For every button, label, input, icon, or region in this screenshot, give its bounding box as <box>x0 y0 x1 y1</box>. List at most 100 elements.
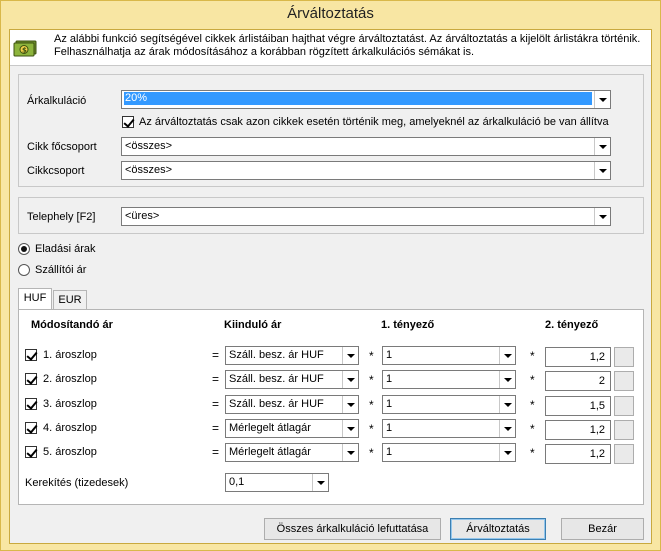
arkalkulacio-label: Árkalkuláció <box>27 95 87 107</box>
factor-1-select[interactable]: 1 <box>382 419 516 438</box>
row-name: 5. ároszlop <box>43 446 97 458</box>
apply-price-change-button[interactable]: Árváltoztatás <box>450 518 546 540</box>
equals-sign: = <box>212 348 220 362</box>
multiply-sign: * <box>530 373 535 387</box>
factor-1-select[interactable]: 1 <box>382 443 516 462</box>
radio-eladasi-arak-label[interactable]: Eladási árak <box>35 243 96 256</box>
base-price-select[interactable]: Száll. besz. ár HUF <box>225 395 359 414</box>
chevron-down-icon[interactable] <box>499 347 515 364</box>
multiply-sign: * <box>369 446 374 460</box>
cikk-focsoport-select[interactable]: <összes> <box>121 137 611 156</box>
base-price-value: Mérlegelt átlagár <box>229 446 311 458</box>
factor-1-value: 1 <box>386 398 393 410</box>
factor-1-value: 1 <box>386 349 393 361</box>
tab-panel-huf: Módosítandó ár Kiinduló ár 1. tényező 2.… <box>18 309 644 505</box>
row-name: 3. ároszlop <box>43 398 97 410</box>
row-checkbox[interactable] <box>25 398 37 410</box>
arkalkulacio-value: 20% <box>124 92 592 105</box>
rounding-label: Kerekítés (tizedesek) <box>25 477 129 489</box>
base-price-value: Száll. besz. ár HUF <box>229 398 324 410</box>
factor-2-input[interactable]: 2 <box>545 371 611 391</box>
chevron-down-icon[interactable] <box>594 138 610 155</box>
tab-eur[interactable]: EUR <box>53 290 87 310</box>
chevron-down-icon[interactable] <box>342 444 358 461</box>
multiply-sign: * <box>530 398 535 412</box>
equals-sign: = <box>212 397 220 411</box>
multiply-sign: * <box>530 422 535 436</box>
equals-sign: = <box>212 421 220 435</box>
chevron-down-icon[interactable] <box>499 420 515 437</box>
multiply-sign: * <box>530 349 535 363</box>
cikkcsoport-value: <összes> <box>125 164 173 176</box>
chevron-down-icon[interactable] <box>312 474 328 491</box>
filter-group: Árkalkuláció 20% Az árváltoztatás csak a… <box>18 74 644 187</box>
run-all-calc-button[interactable]: Összes árkalkuláció lefuttatása <box>264 518 441 540</box>
tab-huf[interactable]: HUF <box>18 288 52 310</box>
close-button[interactable]: Bezár <box>561 518 644 540</box>
only-with-calc-label: Az árváltoztatás csak azon cikkek esetén… <box>139 116 609 128</box>
factor-2-input[interactable]: 1,2 <box>545 347 611 367</box>
telephely-label: Telephely [F2] <box>27 211 96 223</box>
chevron-down-icon[interactable] <box>499 371 515 388</box>
factor-2-ellipsis-button[interactable] <box>614 444 634 464</box>
base-price-value: Száll. besz. ár HUF <box>229 373 324 385</box>
row-name: 1. ároszlop <box>43 349 97 361</box>
factor-1-select[interactable]: 1 <box>382 346 516 365</box>
chevron-down-icon[interactable] <box>342 371 358 388</box>
info-text: Az alábbi funkció segítségével cikkek ár… <box>54 33 641 58</box>
only-with-calc-checkbox[interactable] <box>122 116 134 128</box>
telephely-select[interactable]: <üres> <box>121 207 611 226</box>
factor-2-ellipsis-button[interactable] <box>614 371 634 391</box>
cikk-focsoport-value: <összes> <box>125 140 173 152</box>
factor-2-input[interactable]: 1,2 <box>545 420 611 440</box>
row-checkbox[interactable] <box>25 373 37 385</box>
factor-2-input[interactable]: 1,2 <box>545 444 611 464</box>
factor-2-ellipsis-button[interactable] <box>614 420 634 440</box>
multiply-sign: * <box>369 373 374 387</box>
col-header-kiindulo: Kiinduló ár <box>224 319 282 331</box>
money-icon: $ <box>13 35 39 59</box>
chevron-down-icon[interactable] <box>342 420 358 437</box>
chevron-down-icon[interactable] <box>499 396 515 413</box>
multiply-sign: * <box>369 398 374 412</box>
cikkcsoport-select[interactable]: <összes> <box>121 161 611 180</box>
col-header-modositando: Módosítandó ár <box>31 319 113 331</box>
chevron-down-icon[interactable] <box>594 208 610 225</box>
factor-1-value: 1 <box>386 446 393 458</box>
dialog-window: Árváltoztatás $ Az alábbi funkció segíts… <box>0 0 661 551</box>
col-header-tenyezo-2: 2. tényező <box>545 319 599 331</box>
radio-szallitoi-ar-label[interactable]: Szállítói ár <box>35 264 86 277</box>
base-price-select[interactable]: Mérlegelt átlagár <box>225 443 359 462</box>
row-checkbox[interactable] <box>25 349 37 361</box>
row-checkbox[interactable] <box>25 446 37 458</box>
multiply-sign: * <box>369 422 374 436</box>
rounding-value: 0,1 <box>229 476 245 488</box>
arkalkulacio-select[interactable]: 20% <box>121 90 611 109</box>
chevron-down-icon[interactable] <box>342 396 358 413</box>
multiply-sign: * <box>369 349 374 363</box>
cikkcsoport-label: Cikkcsoport <box>27 165 85 177</box>
base-price-select[interactable]: Száll. besz. ár HUF <box>225 370 359 389</box>
radio-eladasi-arak[interactable] <box>18 243 30 255</box>
base-price-select[interactable]: Mérlegelt átlagár <box>225 419 359 438</box>
base-price-select[interactable]: Száll. besz. ár HUF <box>225 346 359 365</box>
factor-2-input[interactable]: 1,5 <box>545 396 611 416</box>
chevron-down-icon[interactable] <box>594 162 610 179</box>
chevron-down-icon[interactable] <box>499 444 515 461</box>
row-checkbox[interactable] <box>25 422 37 434</box>
col-header-tenyezo-1: 1. tényező <box>381 319 435 331</box>
factor-1-select[interactable]: 1 <box>382 370 516 389</box>
factor-2-ellipsis-button[interactable] <box>614 396 634 416</box>
rounding-select[interactable]: 0,1 <box>225 473 329 492</box>
svg-text:$: $ <box>22 47 27 55</box>
row-name: 4. ároszlop <box>43 422 97 434</box>
factor-1-select[interactable]: 1 <box>382 395 516 414</box>
base-price-value: Száll. besz. ár HUF <box>229 349 324 361</box>
chevron-down-icon[interactable] <box>342 347 358 364</box>
radio-szallitoi-ar[interactable] <box>18 264 30 276</box>
chevron-down-icon[interactable] <box>594 91 610 108</box>
telephely-value: <üres> <box>125 210 160 222</box>
base-price-value: Mérlegelt átlagár <box>229 422 311 434</box>
cikk-focsoport-label: Cikk főcsoport <box>27 141 97 153</box>
factor-2-ellipsis-button[interactable] <box>614 347 634 367</box>
